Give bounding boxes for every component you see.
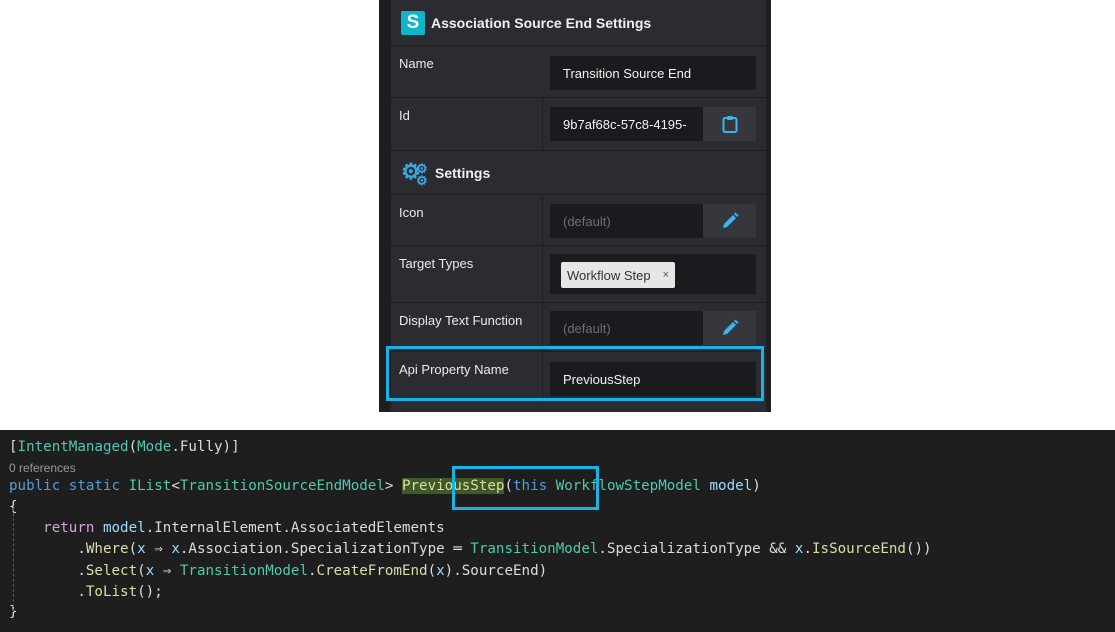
edit-display-text-function-button[interactable]	[703, 311, 756, 345]
row-divider	[542, 303, 543, 351]
property-row-target-types: Target Types Workflow Step ×	[391, 245, 766, 302]
copy-id-button[interactable]	[703, 107, 756, 141]
display-text-function-label: Display Text Function	[399, 313, 523, 328]
settings-section-title: Settings	[435, 165, 491, 181]
pencil-icon	[722, 212, 738, 228]
chip-remove-icon[interactable]: ×	[663, 269, 669, 281]
property-row-display-text-function: Display Text Function (default)	[391, 302, 766, 351]
code-line-attribute: [IntentManaged(Mode.Fully)]	[9, 439, 240, 455]
api-property-highlight-box	[386, 346, 764, 401]
code-line-return: return model.InternalElement.AssociatedE…	[43, 520, 445, 536]
settings-section-header: ⚙ ⚙ ⚙ Settings	[391, 150, 766, 195]
code-line-signature: public static IList<TransitionSourceEndM…	[9, 478, 761, 494]
icon-input[interactable]: (default)	[550, 204, 703, 238]
name-input[interactable]: Transition Source End	[550, 56, 756, 90]
row-divider	[542, 195, 543, 245]
id-input[interactable]: 9b7af68c-57c8-4195-	[550, 107, 703, 141]
row-divider	[542, 98, 543, 150]
property-row-id: Id 9b7af68c-57c8-4195-	[391, 97, 766, 150]
edit-icon-button[interactable]	[703, 204, 756, 238]
indent-guide	[13, 508, 14, 612]
code-line-where: .Where(x ⇒ x.Association.SpecializationT…	[77, 541, 932, 557]
code-editor[interactable]: [IntentManaged(Mode.Fully)] 0 references…	[0, 430, 1115, 632]
display-text-function-input[interactable]: (default)	[550, 311, 703, 345]
chip-label: Workflow Step	[567, 267, 651, 283]
panel-header-title: Association Source End Settings	[431, 15, 652, 31]
property-row-icon: Icon (default)	[391, 194, 766, 245]
row-divider	[542, 246, 543, 302]
property-row-name: Name Transition Source End	[391, 45, 766, 98]
target-types-label: Target Types	[399, 256, 474, 271]
code-references-lens[interactable]: 0 references	[9, 461, 76, 475]
target-type-chip: Workflow Step ×	[561, 262, 676, 288]
code-line-select: .Select(x ⇒ TransitionModel.CreateFromEn…	[77, 563, 548, 579]
panel-header: S Association Source End Settings	[391, 1, 766, 45]
icon-label: Icon	[399, 205, 424, 220]
code-line-tolist: .ToList();	[77, 584, 163, 600]
gears-icon: ⚙ ⚙ ⚙	[401, 159, 428, 189]
association-s-icon: S	[401, 11, 425, 35]
id-label: Id	[399, 108, 410, 123]
method-name-highlight-box	[452, 466, 599, 510]
clipboard-icon	[722, 116, 737, 133]
pencil-icon	[722, 319, 738, 335]
name-label: Name	[399, 56, 434, 71]
